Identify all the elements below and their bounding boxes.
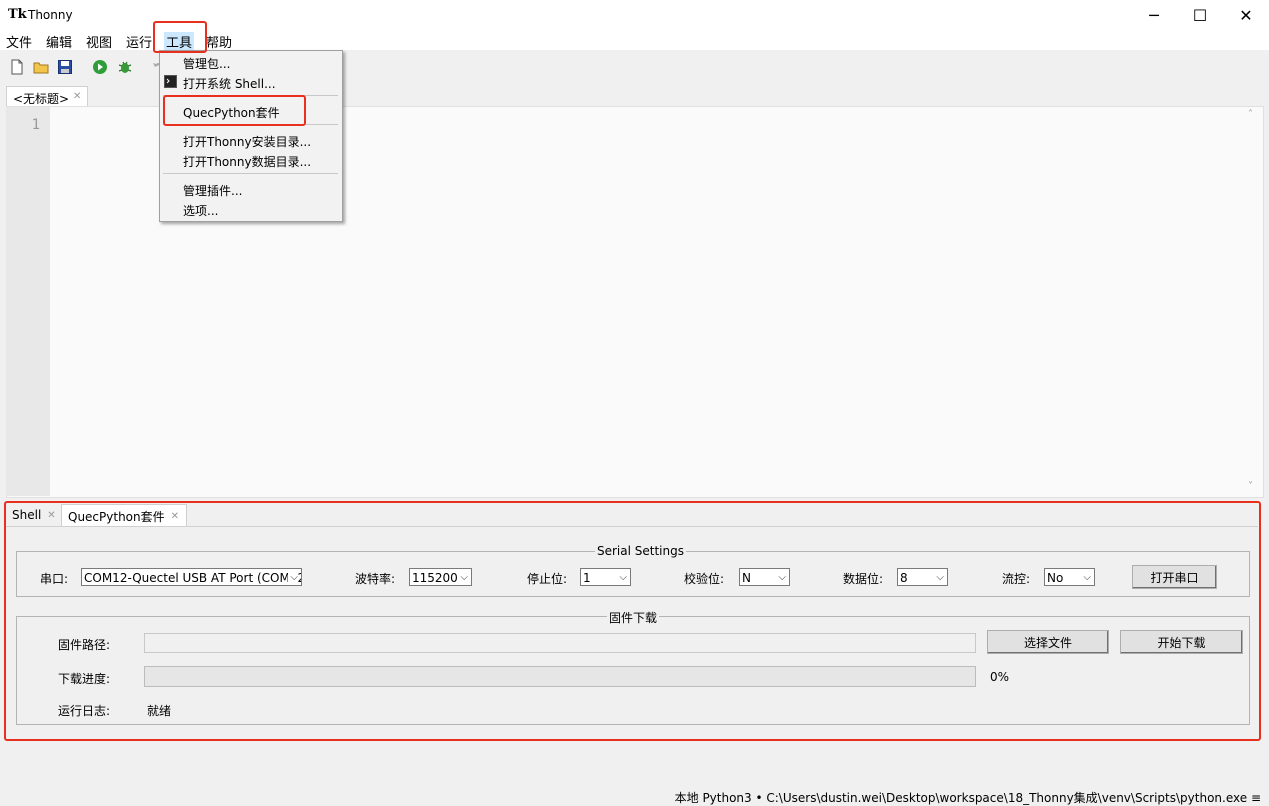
minimize-button[interactable]: ─: [1131, 0, 1177, 30]
highlight-tools-menu: [153, 21, 207, 53]
highlight-quecpython-panel: [4, 501, 1261, 741]
interpreter-status[interactable]: 本地 Python3 • C:\Users\dustin.wei\Desktop…: [675, 789, 1261, 806]
app-logo-icon: Tk: [8, 7, 27, 22]
terminal-icon: [164, 75, 177, 88]
menu-item-open-install-dir[interactable]: 打开Thonny安装目录...: [183, 133, 311, 150]
new-file-icon[interactable]: [9, 59, 25, 75]
menu-separator: [163, 173, 338, 174]
close-window-button[interactable]: ✕: [1223, 0, 1269, 30]
highlight-quecpython-item: [163, 95, 306, 126]
menu-item-manage-packages[interactable]: 管理包...: [183, 55, 230, 72]
open-file-icon[interactable]: [33, 59, 49, 75]
window-title: Thonny: [28, 8, 73, 22]
save-icon[interactable]: [57, 59, 73, 75]
maximize-button[interactable]: ☐: [1177, 0, 1223, 30]
menu-run[interactable]: 运行: [126, 32, 152, 51]
line-number-gutter: [6, 107, 50, 496]
editor-scrollbar[interactable]: ˄ ˅: [1245, 107, 1262, 496]
menu-help[interactable]: 帮助: [206, 32, 232, 51]
menu-edit[interactable]: 编辑: [46, 32, 72, 51]
scroll-down-icon[interactable]: ˅: [1248, 481, 1253, 492]
menu-item-open-system-shell[interactable]: 打开系统 Shell...: [183, 75, 276, 92]
run-icon[interactable]: [92, 59, 108, 75]
tab-untitled[interactable]: <无标题> ✕: [6, 86, 88, 107]
editor-tab-label: <无标题>: [13, 92, 70, 106]
line-number: 1: [31, 117, 40, 133]
debug-icon[interactable]: [117, 59, 133, 75]
menu-item-manage-plugins[interactable]: 管理插件...: [183, 182, 242, 199]
menu-item-open-data-dir[interactable]: 打开Thonny数据目录...: [183, 153, 311, 170]
scroll-up-icon[interactable]: ˄: [1248, 109, 1253, 120]
menu-item-options[interactable]: 选项...: [183, 202, 218, 219]
tools-menu-dropdown: 管理包... 打开系统 Shell... QuecPython套件 打开Thon…: [159, 50, 343, 222]
close-tab-icon[interactable]: ✕: [73, 91, 81, 102]
menu-view[interactable]: 视图: [86, 32, 112, 51]
menu-file[interactable]: 文件: [6, 32, 32, 51]
